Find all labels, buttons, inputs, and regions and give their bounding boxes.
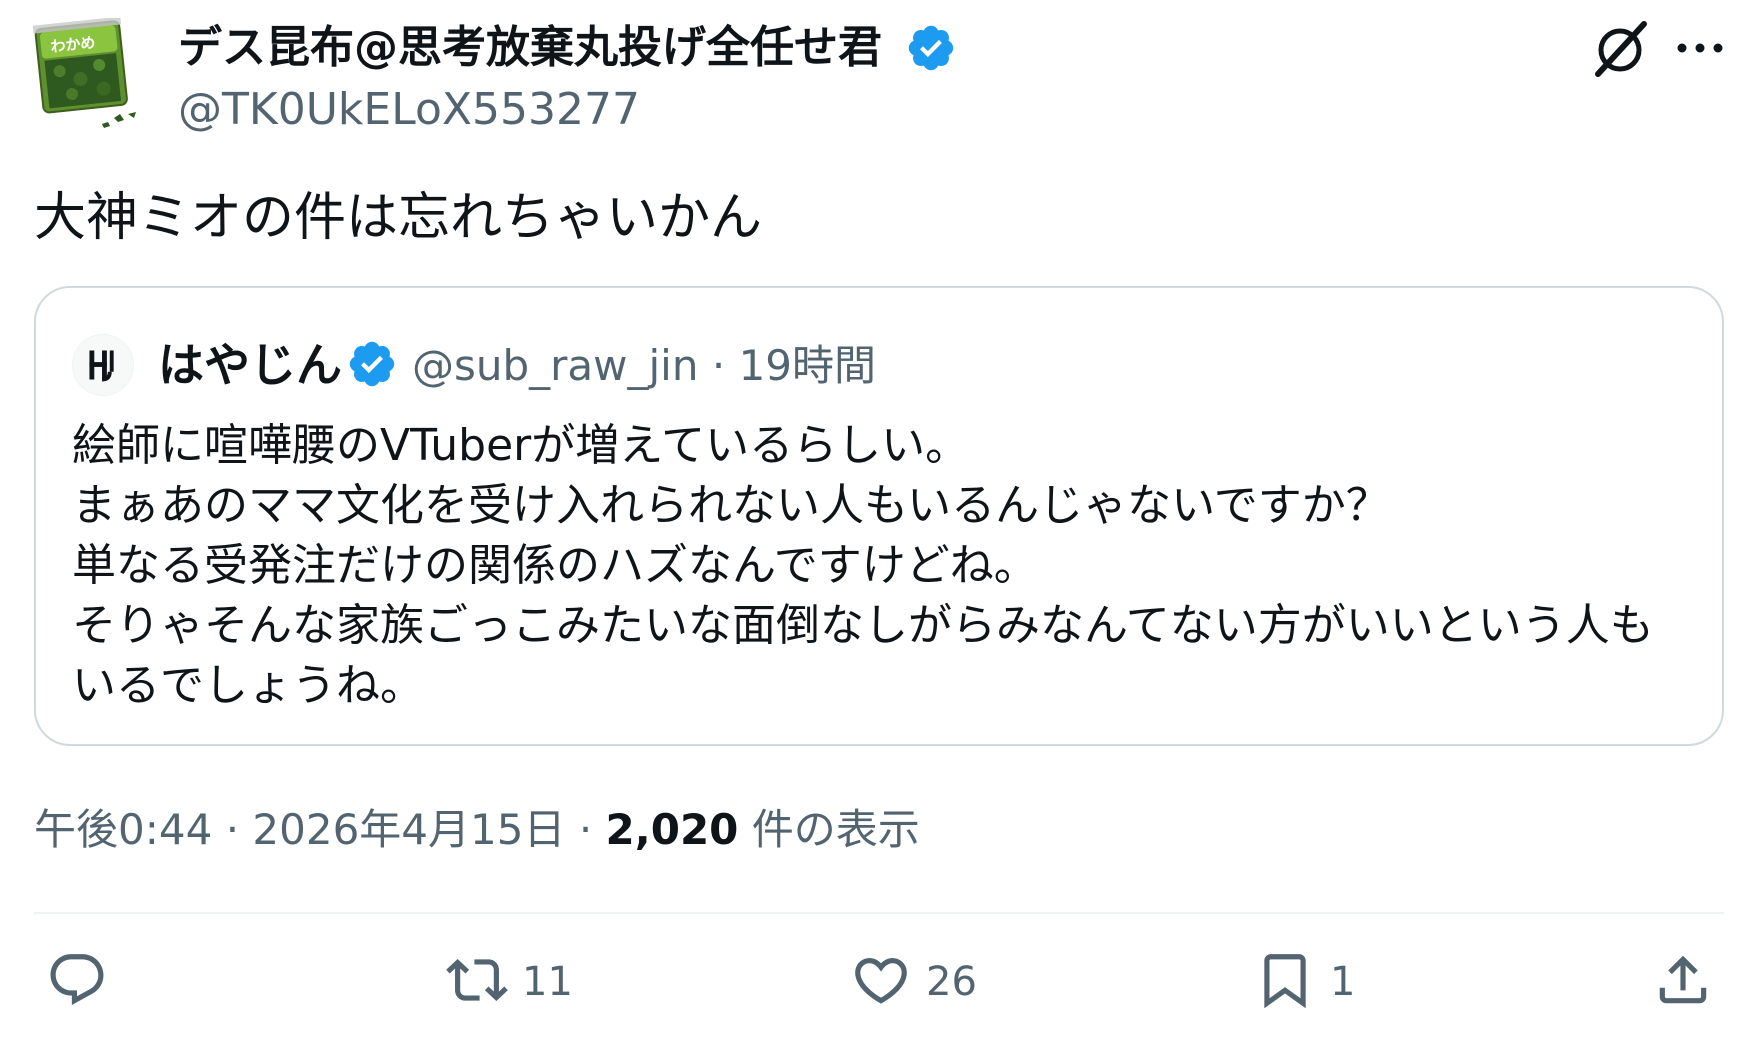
views-label: 件の表示 (751, 805, 920, 854)
quote-avatar[interactable] (72, 334, 134, 396)
meta-separator: · (578, 805, 593, 854)
meta-separator: · (225, 805, 240, 854)
tweet-time[interactable]: 午後0:44 (34, 805, 212, 854)
quote-text: 絵師に喧嘩腰のVTuberが増えているらしい。 まぁあのママ文化を受け入れられな… (72, 416, 1692, 716)
quote-text-line: 単なる受発注だけの関係のハズなんですけどね。 (72, 540, 1038, 591)
quote-text-line: まぁあのママ文化を受け入れられない人もいるんじゃないですか？ (72, 480, 1390, 531)
tweet-meta: 午後0:44 · 2026年4月15日 · 2,020 件の表示 (34, 800, 920, 860)
quote-text-line: 絵師に喧嘩腰のVTuberが増えているらしい。 (72, 420, 970, 471)
quote-handle[interactable]: @sub_raw_jin (412, 341, 698, 390)
author-handle[interactable]: @TK0UkELoX553277 (178, 80, 640, 140)
views-count[interactable]: 2,020 (606, 805, 739, 854)
retweet-button[interactable]: 11 (446, 950, 573, 1014)
author-avatar[interactable]: わかめ (30, 16, 150, 132)
divider (34, 912, 1724, 914)
verified-badge-icon (346, 338, 398, 390)
grok-icon[interactable] (1590, 16, 1650, 80)
bookmark-icon (1254, 949, 1316, 1015)
author-display-name[interactable]: デス昆布@思考放棄丸投げ全任せ君 (178, 18, 882, 78)
tweet-text: 大神ミオの件は忘れちゃいかん (34, 188, 763, 248)
retweet-count: 11 (522, 959, 573, 1005)
like-count: 26 (926, 959, 977, 1005)
reply-button[interactable] (46, 950, 122, 1014)
tweet-date[interactable]: 2026年4月15日 (252, 805, 565, 854)
verified-badge-icon (905, 22, 957, 74)
like-button[interactable]: 26 (850, 950, 977, 1014)
retweet-icon (446, 949, 508, 1015)
more-icon[interactable] (1670, 28, 1730, 68)
share-icon (1652, 949, 1714, 1015)
bookmark-button[interactable]: 1 (1254, 950, 1355, 1014)
quoted-tweet[interactable]: はやじん @sub_raw_jin · 19時間 絵師に喧嘩腰のVTuberが増… (34, 286, 1724, 746)
quote-display-name[interactable]: はやじん (158, 334, 342, 396)
share-button[interactable] (1652, 950, 1714, 1014)
quote-text-line: いるでしょうね。 (72, 660, 424, 711)
bookmark-count: 1 (1330, 959, 1356, 1005)
quote-meta: @sub_raw_jin · 19時間 (412, 336, 876, 396)
quote-text-line: そりゃそんな家族ごっこみたいな面倒なしがらみなんてない方がいいという人も (72, 600, 1654, 651)
heart-icon (850, 949, 912, 1015)
quote-separator: · (711, 341, 726, 390)
reply-icon (46, 949, 108, 1015)
quote-time[interactable]: 19時間 (739, 341, 876, 390)
